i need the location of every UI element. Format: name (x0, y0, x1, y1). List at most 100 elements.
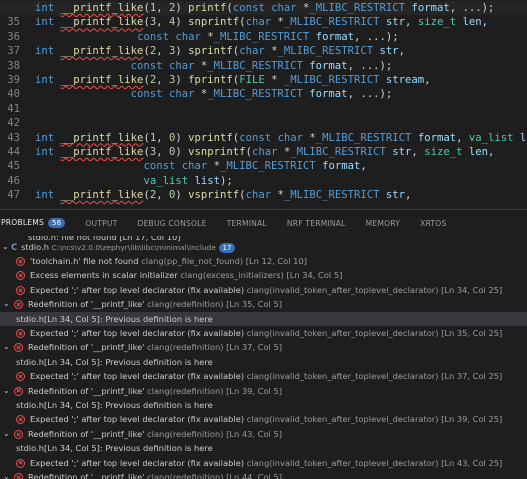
code-line[interactable]: 41 (0, 102, 527, 116)
code-line[interactable]: 45 const char *_MLIBC_RESTRICT format, (0, 159, 527, 173)
tab-xrtos[interactable]: XRTOS (410, 210, 456, 237)
problem-message: Expected ';' after top level declarator … (30, 328, 245, 338)
problem-row[interactable]: Excess elements in scalar initializer cl… (0, 268, 527, 282)
line-number: 39 (7, 74, 20, 86)
tab-memory[interactable]: MEMORY (356, 210, 411, 237)
code-line[interactable]: 39 int __printf_like(2, 3) fprintf(FILE *… (0, 73, 527, 87)
problem-row[interactable]: ⌄ Redefinition of '__printf_like' clang(r… (0, 427, 527, 441)
tab-label: XRTOS (420, 218, 447, 228)
code-line[interactable]: 43 int __printf_like(1, 0) vprintf(const … (0, 131, 527, 145)
chevron-down-icon[interactable]: ⌄ (3, 384, 10, 398)
problem-row[interactable]: Expected ';' after top level declarator … (0, 412, 527, 426)
code-token: list (519, 131, 527, 144)
code-token: , (424, 74, 431, 86)
code-token: ) (175, 74, 189, 86)
tab-terminal[interactable]: TERMINAL (217, 210, 277, 237)
code-token: str (379, 45, 399, 58)
code-line[interactable]: 38 const char *_MLIBC_RESTRICT format, .… (0, 59, 527, 73)
problem-message: Redefinition of '__printf_like' (28, 385, 145, 396)
code-token: fprintf (188, 74, 233, 86)
code-token: char (245, 189, 278, 202)
problem-source: clang(excess_initializers) (180, 270, 284, 281)
problem-row[interactable]: ⌄ Redefinition of '__printf_like' clang(r… (0, 470, 527, 479)
tab-label: TERMINAL (226, 218, 267, 228)
code-token: _MLIBC_RESTRICT (213, 30, 316, 43)
code-line[interactable]: 47 int __printf_like(2, 0) vsprintf(char … (0, 188, 527, 202)
chevron-down-icon[interactable]: ⌄ (2, 240, 9, 254)
code-token: , ...); (347, 88, 393, 101)
problem-location: [Ln 35, Col 25] (441, 328, 503, 338)
problem-row[interactable]: Expected ';' after top level declarator … (0, 326, 527, 340)
related-info-row[interactable]: stdio.h[Ln 34, Col 5]: Previous definiti… (0, 441, 527, 455)
code-line[interactable]: 46 va_list list); (0, 174, 527, 188)
code-text: int __printf_like(2, 3) fprintf(FILE * _… (35, 73, 431, 87)
code-line[interactable]: 37 int __printf_like(2, 3) sprintf(char *… (0, 44, 527, 58)
code-token: , (481, 16, 488, 29)
tab-debug-console[interactable]: DEBUG CONSOLE (128, 210, 217, 237)
line-number: 43 (7, 131, 20, 144)
related-info-row[interactable]: stdio.h[Ln 34, Col 5]: Previous definiti… (0, 355, 527, 369)
code-token: char (245, 16, 278, 29)
problem-message: 'toolchain.h' file not found (30, 256, 139, 266)
code-token: const (130, 88, 169, 101)
problem-message: Expected ';' after top level declarator … (30, 284, 245, 295)
code-token: , (411, 146, 425, 158)
tab-output[interactable]: OUTPUT (75, 210, 127, 237)
chevron-down-icon[interactable]: ⌄ (3, 427, 10, 441)
code-token: len (462, 16, 482, 29)
problem-row[interactable]: ⌄ Redefinition of '__printf_like' clang(r… (0, 384, 527, 398)
chevron-down-icon[interactable]: ⌄ (3, 297, 10, 311)
code-token: vsprintf (188, 189, 240, 202)
code-token: char (271, 2, 303, 14)
problem-row[interactable]: Expected ';' after top level declarator … (0, 369, 527, 383)
problem-location: [Ln 12, Col 10] (245, 256, 307, 266)
file-path: C:\ncs\v2.0.0\zephyr\lib\libc\minimal\in… (51, 243, 216, 252)
problem-count-badge: 56 (48, 217, 66, 228)
code-token: _MLIBC_RESTRICT (207, 59, 310, 72)
line-number: 44 (7, 146, 20, 158)
code-line[interactable]: 42 (0, 116, 527, 130)
problem-message: Expected ';' after top level declarator … (30, 414, 245, 425)
chevron-down-icon[interactable]: ⌄ (3, 470, 10, 479)
problem-row[interactable]: ⌄ Redefinition of '__printf_like' clang(r… (0, 297, 527, 311)
problems-list[interactable]: stdio.h: file not found [Ln 17, Col 10] … (0, 236, 527, 479)
error-icon (14, 429, 23, 439)
code-editor[interactable]: int __printf_like(1, 2) printf(const cha… (0, 0, 527, 209)
problem-row[interactable]: Expected ';' after top level declarator … (0, 283, 527, 297)
problem-row[interactable]: Expected ';' after top level declarator … (0, 456, 527, 470)
code-token: , ...); (449, 2, 495, 14)
tab-problems[interactable]: PROBLEMS 56 (0, 210, 76, 237)
code-token: format (315, 30, 354, 43)
related-info-row[interactable]: stdio.h[Ln 34, Col 5]: Previous definiti… (0, 398, 527, 412)
code-token: _MLIBC_RESTRICT (283, 189, 386, 202)
code-line[interactable]: 44 int __printf_like(3, 0) vsnprintf(char… (0, 145, 527, 159)
problem-location: [Ln 43, Col 5] (226, 428, 283, 439)
problem-row[interactable]: 'toolchain.h' file not found clang(pp_fi… (0, 254, 527, 268)
code-text: const char *_MLIBC_RESTRICT format, ...)… (35, 59, 393, 73)
code-line[interactable]: 35 int __printf_like(3, 4) snprintf(char … (0, 15, 527, 29)
c-file-icon: C (11, 242, 18, 252)
tab-label: DEBUG CONSOLE (137, 218, 207, 228)
code-text: int __printf_like(3, 4) snprintf(char *_… (35, 15, 488, 29)
error-icon (16, 372, 25, 382)
tab-label: OUTPUT (85, 218, 118, 228)
error-icon (14, 300, 23, 310)
related-info-row[interactable]: stdio.h[Ln 34, Col 5]: Previous definiti… (0, 311, 527, 326)
code-token: const (232, 2, 272, 14)
code-token: FILE (239, 74, 272, 86)
code-token: , ...); (347, 59, 393, 72)
code-line[interactable]: 36 const char *_MLIBC_RESTRICT format, .… (0, 30, 527, 44)
code-token: _MLIBC_RESTRICT (277, 45, 380, 58)
code-line[interactable]: int __printf_like(1, 2) printf(const cha… (0, 1, 527, 15)
code-text: int __printf_like(2, 3) sprintf(char *_M… (35, 44, 405, 58)
problem-message: Redefinition of '__printf_like' (28, 472, 145, 479)
problem-location: [Ln 34, Col 5] (286, 270, 343, 281)
problem-source: clang(invalid_token_after_toplevel_decla… (246, 328, 439, 338)
problem-source: clang(redefinition) (147, 472, 224, 479)
line-number: 36 (7, 30, 20, 43)
file-group-header[interactable]: ⌄ C stdio.h C:\ncs\v2.0.0\zephyr\lib\lib… (0, 240, 527, 254)
chevron-down-icon[interactable]: ⌄ (3, 340, 10, 354)
code-line[interactable]: 40 const char *_MLIBC_RESTRICT format, .… (0, 87, 527, 101)
problem-row[interactable]: ⌄ Redefinition of '__printf_like' clang(r… (0, 340, 527, 354)
tab-nrf-terminal[interactable]: NRF TERMINAL (277, 210, 356, 237)
